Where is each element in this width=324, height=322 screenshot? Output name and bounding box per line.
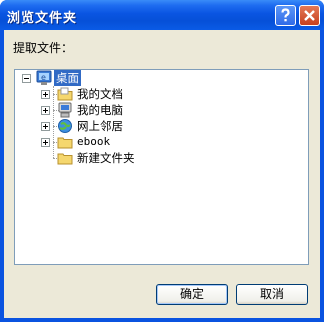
dialog-body: 提取文件： e 桌面 我的文档 我的电脑 网上邻居 ebook 新建文件夹 确定… [4, 30, 320, 318]
collapse-toggle[interactable] [22, 74, 31, 83]
help-button[interactable] [275, 5, 296, 26]
expand-toggle[interactable] [41, 122, 50, 131]
expand-toggle[interactable] [41, 138, 50, 147]
prompt-label: 提取文件： [13, 41, 74, 55]
folder-icon [57, 134, 73, 150]
window-title: 浏览文件夹 [7, 11, 78, 26]
window-border-bottom [0, 318, 324, 322]
help-icon [281, 8, 290, 22]
tree-item-label: 桌面 [54, 70, 81, 86]
tree-item-my-documents[interactable]: 我的文档 [15, 86, 155, 102]
tree-item-label: 网上邻居 [77, 119, 123, 133]
tree-item-label: ebook [77, 135, 111, 148]
folder-tree[interactable]: e 桌面 我的文档 我的电脑 网上邻居 ebook 新建文件夹 [14, 69, 309, 265]
expand-toggle[interactable] [41, 106, 50, 115]
tree-item-label: 我的文档 [77, 87, 123, 101]
svg-text:e: e [41, 73, 46, 82]
tree-item-ebook[interactable]: ebook [15, 134, 155, 150]
tree-item-label: 新建文件夹 [77, 151, 135, 165]
browse-folder-dialog: 浏览文件夹 提取文件： e 桌面 我的文档 我的电脑 网上邻居 ebook 新建… [0, 0, 324, 322]
tree-item-network-places[interactable]: 网上邻居 [15, 118, 155, 134]
tree-item-my-computer[interactable]: 我的电脑 [15, 102, 155, 118]
tree-item-new-folder[interactable]: 新建文件夹 [15, 150, 165, 166]
expand-toggle[interactable] [41, 90, 50, 99]
my-computer-icon [57, 102, 73, 118]
close-button[interactable] [299, 5, 320, 26]
close-icon [304, 10, 315, 21]
folder-icon [57, 150, 73, 166]
tree-item-label: 我的电脑 [77, 103, 123, 117]
desktop-icon: e [36, 70, 52, 86]
window-border-right [320, 30, 324, 322]
ok-button[interactable]: 确定 [156, 284, 228, 305]
title-bar[interactable]: 浏览文件夹 [0, 0, 324, 30]
cancel-button[interactable]: 取消 [236, 284, 308, 305]
network-places-icon [57, 118, 73, 134]
tree-item-desktop[interactable]: e 桌面 [15, 70, 135, 86]
my-documents-folder-icon [57, 86, 73, 102]
